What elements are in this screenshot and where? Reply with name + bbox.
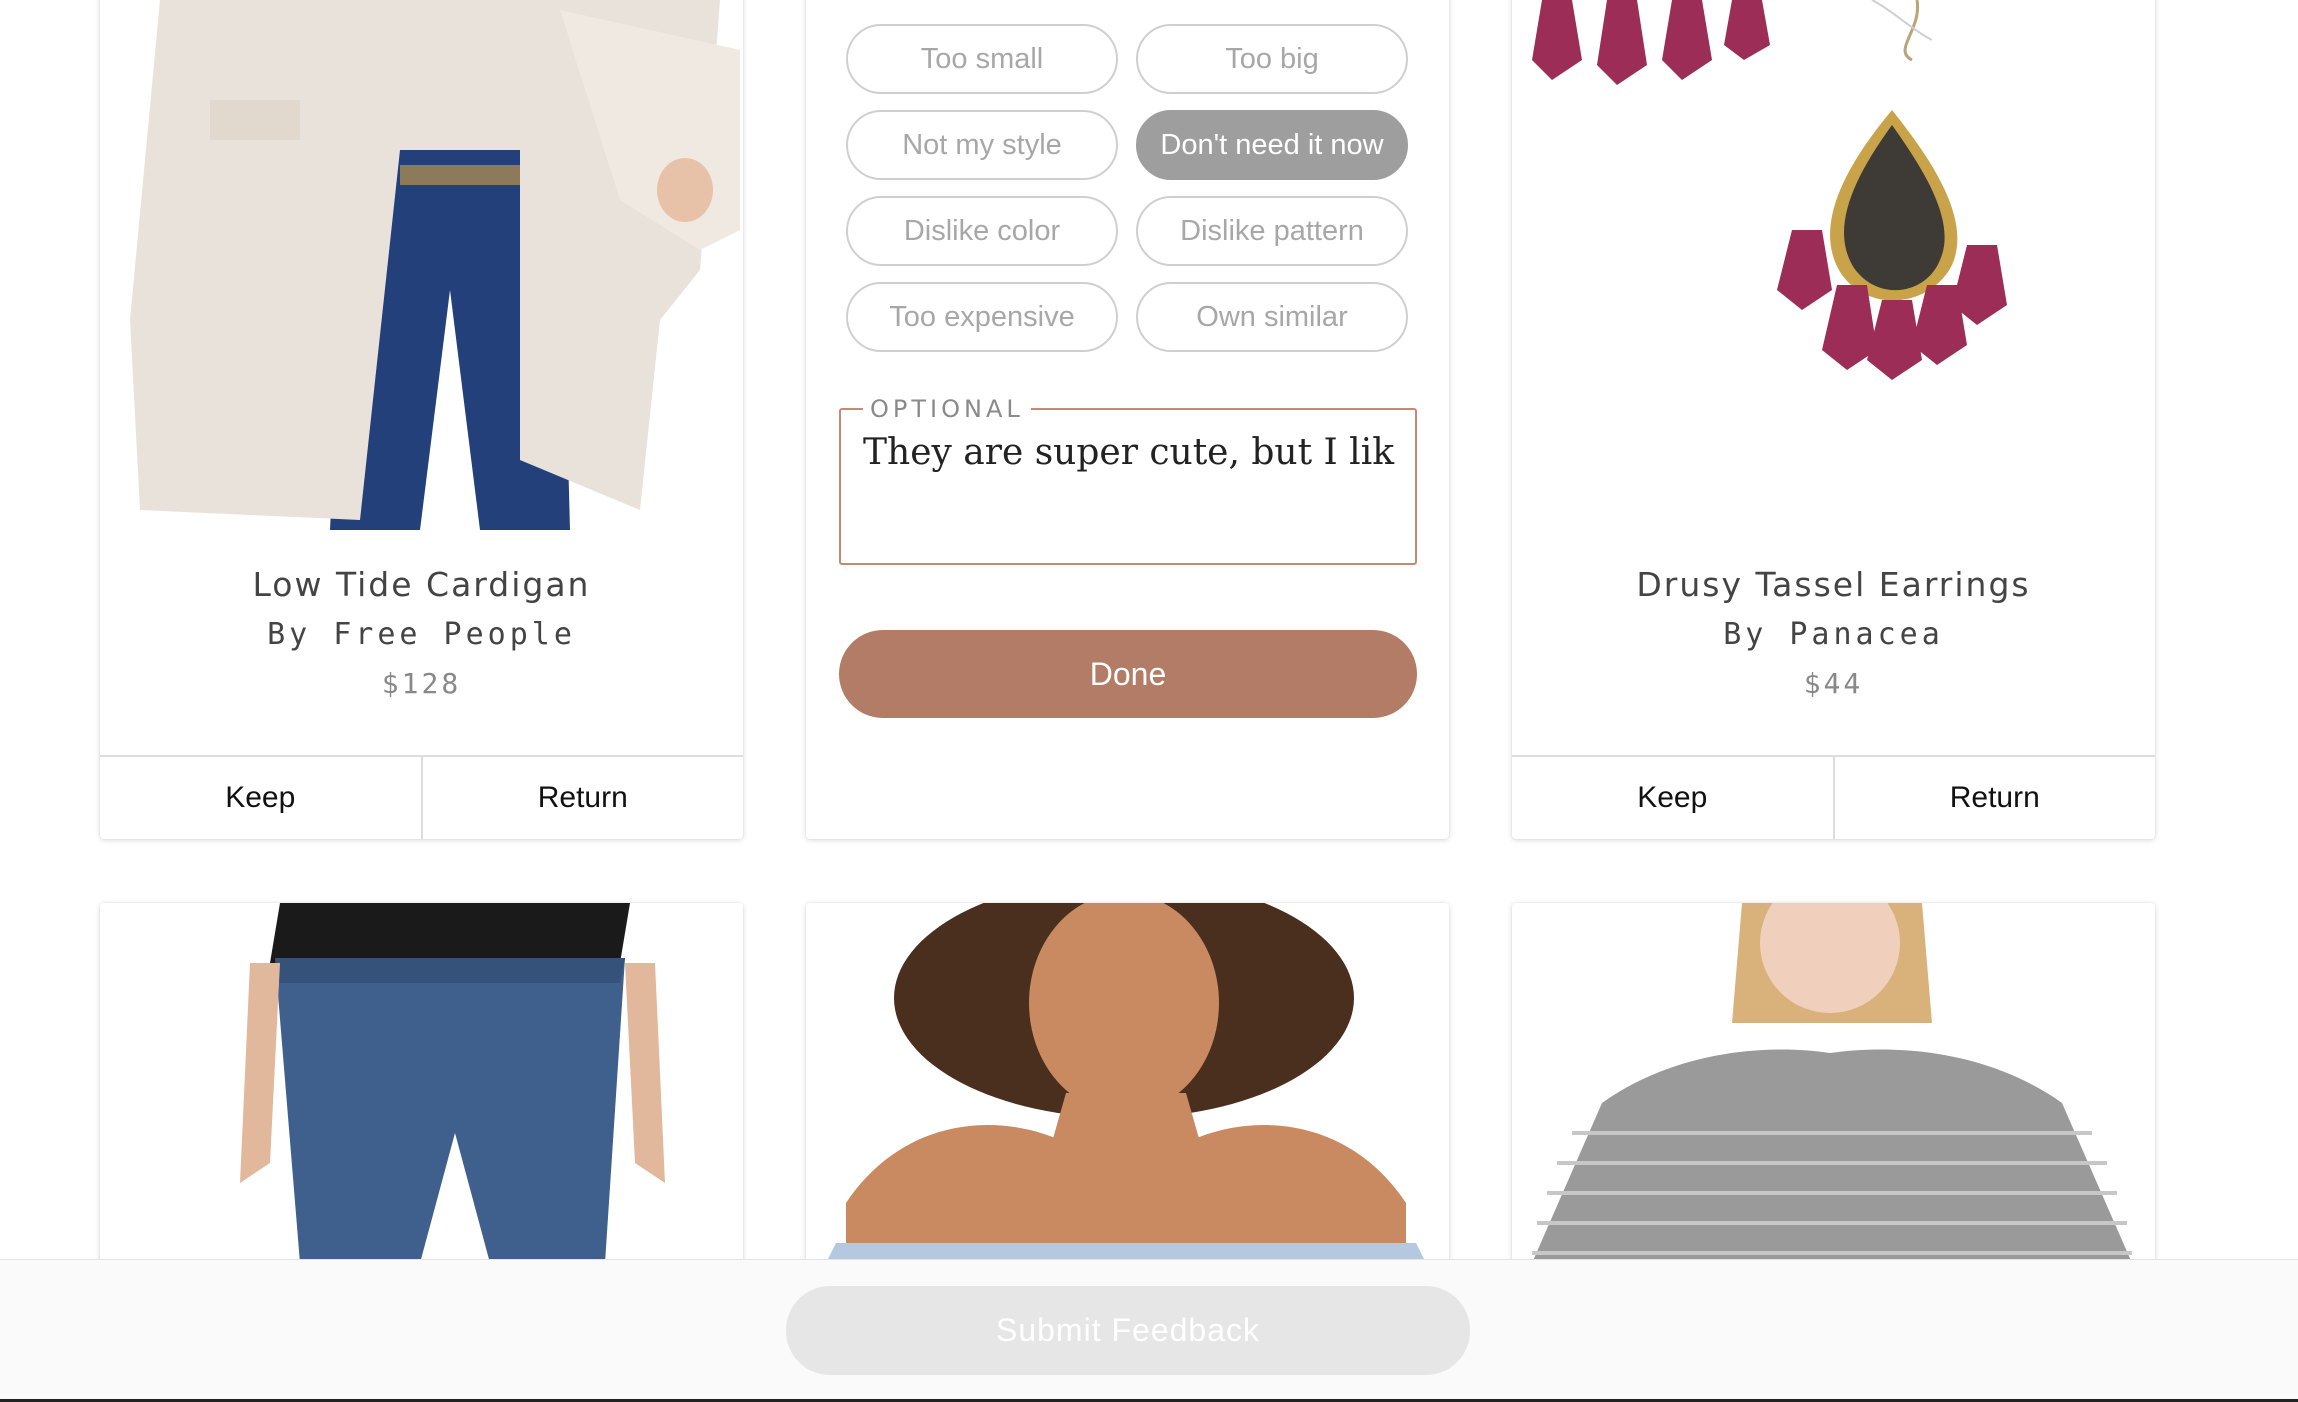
- keep-button[interactable]: Keep: [100, 757, 421, 839]
- feedback-card: Too small Too big Not my style Don't nee…: [806, 0, 1449, 839]
- product-actions: Keep Return: [1512, 755, 2155, 839]
- product-price: $44: [1803, 667, 1864, 700]
- product-card-earrings: Drusy Tassel Earrings By Panacea $44 Kee…: [1512, 0, 2155, 839]
- done-button[interactable]: Done: [839, 630, 1417, 718]
- product-brand: By Panacea: [1723, 617, 1944, 652]
- reason-chip-dont-need-it-now[interactable]: Don't need it now: [1136, 110, 1408, 180]
- reason-chip-too-big[interactable]: Too big: [1136, 24, 1408, 94]
- submit-footer: Submit Feedback: [0, 1259, 2298, 1402]
- reason-chip-own-similar[interactable]: Own similar: [1136, 282, 1408, 352]
- reason-chip-too-expensive[interactable]: Too expensive: [846, 282, 1118, 352]
- product-title: Drusy Tassel Earrings: [1636, 565, 2031, 604]
- product-actions: Keep Return: [100, 755, 743, 839]
- keep-button[interactable]: Keep: [1512, 757, 1833, 839]
- product-image-cardigan: [100, 0, 743, 530]
- comment-input[interactable]: They are super cute, but I like t: [863, 432, 1395, 473]
- reason-chip-not-my-style[interactable]: Not my style: [846, 110, 1118, 180]
- return-button[interactable]: Return: [1832, 757, 2156, 839]
- comment-field[interactable]: OPTIONAL They are super cute, but I like…: [839, 395, 1417, 565]
- reason-chip-dislike-color[interactable]: Dislike color: [846, 196, 1118, 266]
- product-card-cardigan: Low Tide Cardigan By Free People $128 Ke…: [100, 0, 743, 839]
- reason-chip-too-small[interactable]: Too small: [846, 24, 1118, 94]
- product-brand: By Free People: [267, 617, 576, 652]
- product-image-earrings: [1512, 0, 2155, 530]
- product-title: Low Tide Cardigan: [252, 565, 591, 604]
- submit-feedback-button[interactable]: Submit Feedback: [786, 1286, 1470, 1375]
- reason-chip-dislike-pattern[interactable]: Dislike pattern: [1136, 196, 1408, 266]
- product-price: $128: [381, 667, 462, 700]
- optional-label: OPTIONAL: [863, 395, 1031, 423]
- return-button[interactable]: Return: [420, 757, 744, 839]
